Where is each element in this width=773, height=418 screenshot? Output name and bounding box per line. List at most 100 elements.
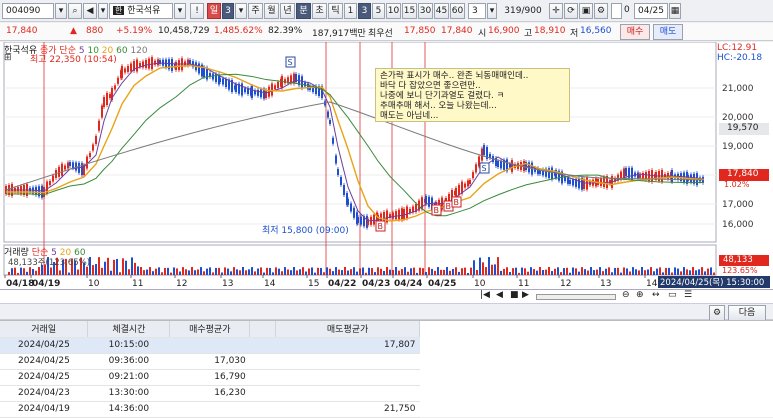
candle-body [274, 85, 276, 90]
volume-bar [530, 267, 532, 275]
volume-bar [113, 259, 115, 275]
volume-bar [434, 270, 436, 275]
volume-bar [263, 272, 265, 275]
interval-60-button[interactable]: 60 [450, 3, 465, 19]
expand-icon[interactable]: ▭ [668, 290, 677, 300]
pin-icon[interactable]: ⊞ [4, 53, 12, 63]
nav-prev-icon[interactable]: ◀ [496, 290, 503, 300]
period-dropdown-icon[interactable]: ▾ [235, 3, 247, 19]
volume-bar [584, 269, 586, 275]
volume-bar [524, 268, 526, 275]
header-buy-avg[interactable]: 매수평균가 [169, 321, 251, 338]
date-tick-label: 10 [88, 279, 100, 289]
nav-first-icon[interactable]: |◀ [480, 290, 490, 300]
volume-bar [713, 272, 715, 275]
table-row[interactable]: 2024/04/25 10:15:00 17,807 [0, 337, 420, 354]
checkbox[interactable] [611, 3, 622, 19]
candle-body [117, 77, 119, 84]
period-year-button[interactable]: 년 [280, 3, 295, 19]
volume-bar [218, 267, 220, 275]
nav-stop-icon[interactable]: ■ [510, 290, 519, 300]
stock-dropdown-icon[interactable]: ▾ [98, 3, 108, 19]
cell-sell-avg: 21,750 [275, 401, 420, 418]
volume-bar [377, 267, 379, 275]
cell-blank [249, 369, 276, 386]
interval-3-button[interactable]: 3 [358, 3, 371, 19]
calendar-icon[interactable]: ▦ [669, 3, 681, 19]
interval-dropdown-icon[interactable]: ▾ [487, 3, 497, 19]
interval-1-button[interactable]: 1 [344, 3, 357, 19]
interval-number-input[interactable]: 3 [468, 3, 486, 19]
period-minute-button[interactable]: 분 [296, 3, 311, 19]
sell-button[interactable]: 매도 [653, 24, 683, 40]
volume-bar [428, 267, 430, 275]
period-month-button[interactable]: 월 [264, 3, 279, 19]
period-second-button[interactable]: 초 [312, 3, 327, 19]
save-icon[interactable]: ▣ [579, 3, 593, 19]
candle-body [89, 153, 91, 157]
candle-body [244, 88, 246, 93]
settings-icon[interactable]: ⚙ [594, 3, 608, 19]
grid-settings-icon[interactable]: ⚙ [709, 305, 725, 321]
buy-button[interactable]: 매수 [620, 24, 650, 40]
candle-body [69, 162, 71, 166]
volume-bar [542, 270, 544, 275]
table-row[interactable]: 2024/04/19 14:36:00 21,750 [0, 401, 420, 418]
list-icon[interactable]: ☰ [684, 290, 692, 300]
date-input[interactable]: 04/25 [634, 3, 668, 19]
speaker-icon[interactable]: ◀ [83, 3, 97, 19]
header-trade-date[interactable]: 거래일 [0, 321, 89, 338]
stock-code-input[interactable]: 004090 [2, 3, 54, 19]
lock-button[interactable]: ! [190, 3, 204, 19]
interval-5-button[interactable]: 5 [372, 3, 385, 19]
candle-body [569, 180, 571, 184]
high-price: 18,910 [534, 26, 566, 36]
period-week-button[interactable]: 주 [248, 3, 263, 19]
grid-header-row: 거래일 체결시간 매수평균가 매도평균가 [0, 321, 420, 338]
next-button[interactable]: 다음 [728, 305, 766, 321]
volume-bar [17, 272, 19, 275]
volume-bar [245, 270, 247, 275]
search-icon[interactable]: ⌕ [68, 3, 82, 19]
interval-30-button[interactable]: 30 [418, 3, 433, 19]
table-row[interactable]: 2024/04/23 13:30:00 16,230 [0, 385, 420, 402]
nav-scrollbar[interactable] [536, 294, 616, 300]
volume-bar [254, 271, 256, 275]
volume-bar [623, 267, 625, 275]
memo-annotation[interactable]: 손가락 표시가 매수.. 완존 뇌동매매인데.. 바닥 다 잡았으면 좋으련만.… [375, 68, 570, 122]
table-row[interactable]: 2024/04/25 09:36:00 17,030 [0, 353, 420, 370]
period-day-button[interactable]: 일 [207, 3, 221, 19]
header-sell-avg[interactable]: 매도평균가 [275, 321, 420, 338]
chart-tool-icon[interactable]: ✛ [549, 3, 563, 19]
period-tick-button[interactable]: 틱 [328, 3, 343, 19]
volume-bar [536, 270, 538, 275]
stock-name-field[interactable]: 한 한국석유 [109, 3, 173, 19]
table-row[interactable]: 2024/04/25 09:21:00 16,790 [0, 369, 420, 386]
volume-bar [188, 270, 190, 275]
interval-45-button[interactable]: 45 [434, 3, 449, 19]
fit-icon[interactable]: ↔ [652, 290, 660, 300]
zoom-in-icon[interactable]: ⊕ [636, 290, 644, 300]
code-dropdown-icon[interactable]: ▾ [55, 3, 67, 19]
period-count[interactable]: 3 [222, 3, 234, 19]
volume-bar [608, 267, 610, 275]
candle-body [127, 66, 129, 72]
date-tick-label: 04/25 [428, 279, 456, 289]
name-dropdown-icon[interactable]: ▾ [174, 3, 186, 19]
cell-sell-avg: 17,807 [275, 337, 420, 354]
interval-10-button[interactable]: 10 [386, 3, 401, 19]
trade-history-grid[interactable]: 거래일 체결시간 매수평균가 매도평균가 2024/04/25 10:15:00 1… [0, 320, 773, 418]
high-note: 최고 22,350 (10:54) [30, 55, 117, 65]
volume-bar [401, 269, 403, 275]
volume-bar [251, 267, 253, 275]
header-trade-time[interactable]: 체결시간 [87, 321, 171, 338]
volume-bar [470, 267, 472, 275]
candle-body [360, 216, 362, 225]
zoom-out-icon[interactable]: ⊖ [622, 290, 630, 300]
interval-15-button[interactable]: 15 [402, 3, 417, 19]
price-chart[interactable]: 21,00020,00019,00018,00017,00016,00004/1… [0, 42, 773, 290]
refresh-icon[interactable]: ⟳ [564, 3, 578, 19]
volume-bar [575, 268, 577, 275]
cell-blank [249, 353, 276, 370]
nav-next-icon[interactable]: ▶ [522, 290, 529, 300]
